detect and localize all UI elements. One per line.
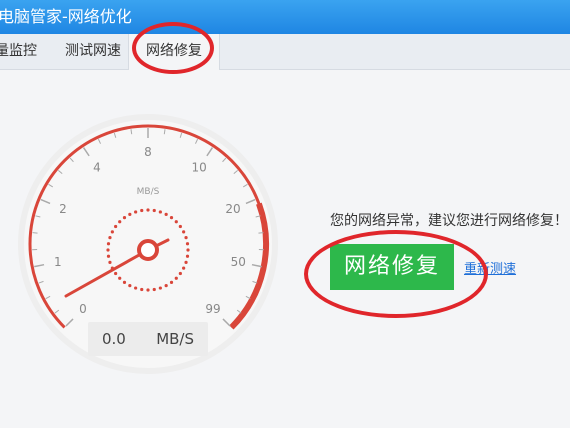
gauge-tick-label: 99 bbox=[205, 302, 220, 316]
gauge-tick-label: 1 bbox=[54, 255, 62, 269]
gauge-dot bbox=[128, 284, 132, 288]
gauge-dot bbox=[114, 271, 118, 276]
gauge-dot bbox=[118, 276, 122, 280]
speed-unit: MB/S bbox=[156, 330, 194, 348]
gauge-dot bbox=[152, 208, 156, 213]
gauge-dot bbox=[158, 286, 162, 290]
gauge-dot bbox=[110, 230, 114, 234]
gauge-dot bbox=[118, 220, 122, 224]
speed-value: 0.0 bbox=[102, 330, 126, 348]
gauge-dot bbox=[164, 284, 168, 288]
gauge-tick-label: 4 bbox=[93, 161, 101, 175]
gauge-dot bbox=[106, 254, 111, 258]
gauge-dot bbox=[122, 280, 127, 284]
gauge-dot bbox=[174, 220, 178, 224]
gauge-tick-label: 20 bbox=[225, 202, 240, 216]
gauge-dot bbox=[108, 236, 112, 240]
gauge-dot bbox=[186, 248, 190, 252]
network-repair-button[interactable]: 网络修复 bbox=[330, 244, 454, 290]
gauge-dot bbox=[185, 254, 190, 258]
gauge-dot bbox=[169, 280, 174, 284]
gauge-dot bbox=[140, 287, 144, 292]
gauge-dot bbox=[134, 210, 138, 214]
gauge-dot bbox=[178, 271, 182, 276]
gauge-dot bbox=[182, 266, 186, 270]
gauge-tick-label: 0 bbox=[79, 302, 87, 316]
gauge-dot bbox=[184, 260, 188, 264]
gauge-dot bbox=[106, 248, 110, 252]
gauge-dot bbox=[184, 236, 188, 240]
gauge-dot bbox=[134, 286, 138, 290]
gauge-dot bbox=[152, 287, 156, 292]
gauge-dot bbox=[158, 210, 162, 214]
gauge-dot bbox=[146, 288, 150, 292]
gauge-dot bbox=[122, 216, 127, 220]
gauge-tick-label: 8 bbox=[144, 145, 152, 159]
gauge-dot bbox=[128, 212, 132, 216]
gauge-dot bbox=[146, 208, 150, 212]
retest-link[interactable]: 重新测速 bbox=[464, 258, 516, 277]
gauge-dot bbox=[185, 242, 190, 246]
gauge-dot bbox=[174, 276, 178, 280]
gauge-hub bbox=[137, 239, 159, 261]
gauge-tick-label: 50 bbox=[231, 255, 246, 269]
gauge-dot bbox=[114, 224, 118, 229]
gauge-dot bbox=[106, 242, 111, 246]
gauge-dot bbox=[108, 260, 112, 264]
gauge-unit-label: MB/S bbox=[137, 187, 160, 197]
gauge-tick-label: 2 bbox=[59, 202, 67, 216]
gauge-dot bbox=[182, 230, 186, 234]
gauge-tick-label: 10 bbox=[191, 161, 206, 175]
gauge-dot bbox=[140, 208, 144, 213]
speed-readout: 0.0 MB/S bbox=[88, 322, 208, 356]
gauge-dot bbox=[169, 216, 174, 220]
status-message: 您的网络异常，建议您进行网络修复！ bbox=[330, 213, 568, 229]
gauge-dot bbox=[178, 224, 182, 229]
gauge-dot bbox=[164, 212, 168, 216]
